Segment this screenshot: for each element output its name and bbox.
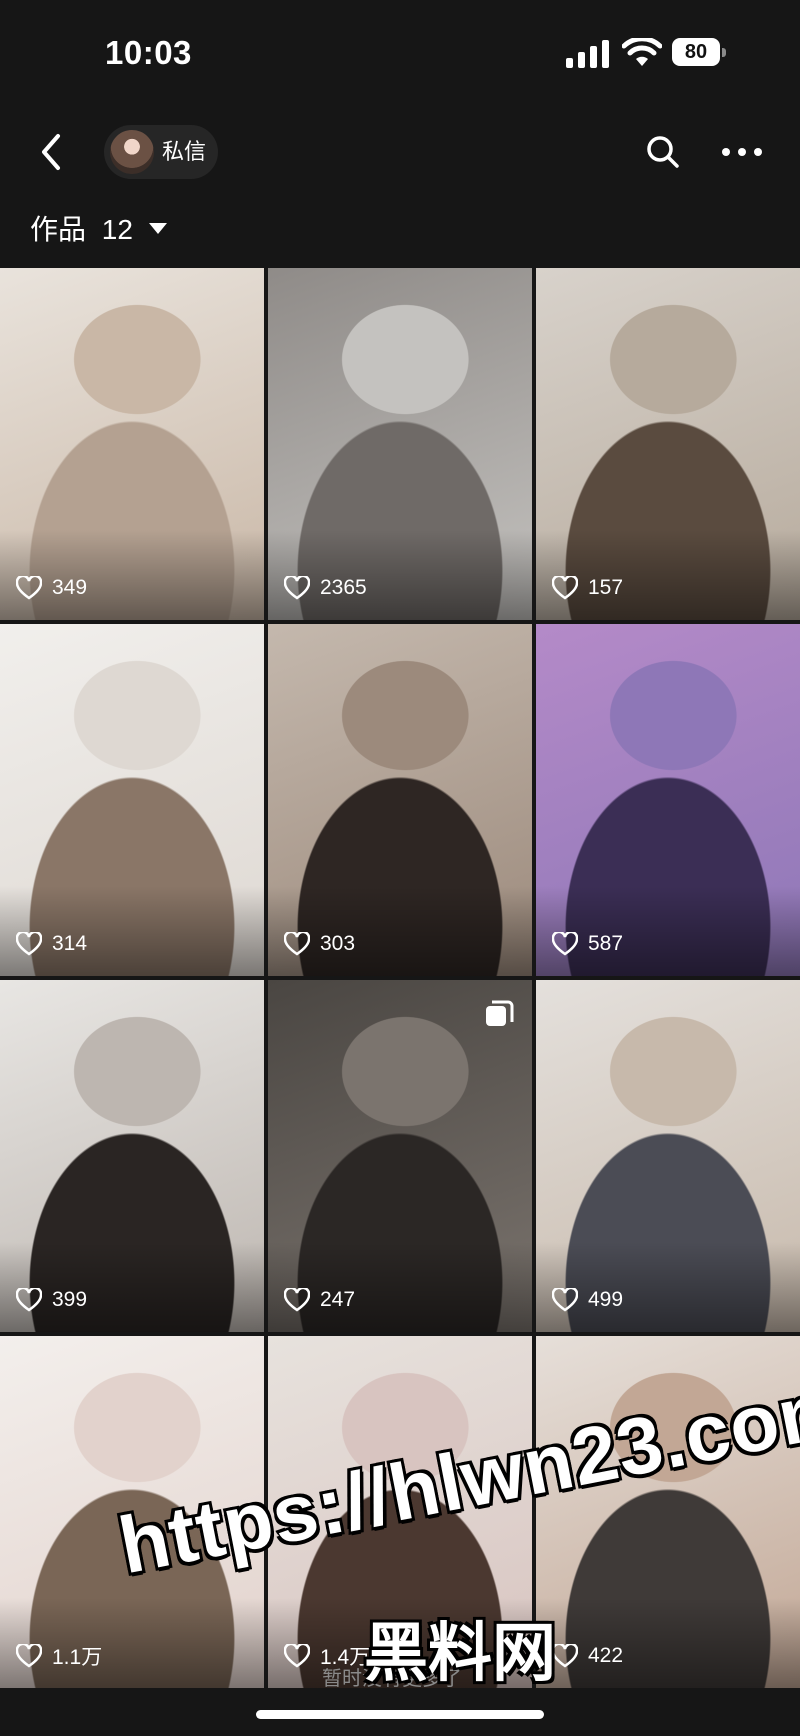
like-count-text: 157 <box>588 576 624 599</box>
like-count: 2365 <box>284 574 367 602</box>
video-tile[interactable]: 2365 <box>268 268 532 620</box>
video-tile[interactable]: 247 <box>268 980 532 1332</box>
like-count: 587 <box>552 930 623 958</box>
search-icon[interactable] <box>644 133 682 171</box>
heart-icon <box>552 1288 578 1312</box>
like-count-text: 2365 <box>320 576 367 599</box>
like-count-text: 422 <box>588 1644 624 1667</box>
works-filter[interactable]: 作品 12 <box>30 210 167 250</box>
heart-icon <box>552 932 578 956</box>
like-count: 1.1万 <box>16 1642 102 1670</box>
video-tile[interactable]: 157 <box>536 268 800 620</box>
watermark-title: 黑料网 <box>364 1617 556 1689</box>
heart-icon <box>16 576 42 600</box>
heart-icon <box>16 1644 42 1668</box>
battery-level: 80 <box>684 41 708 63</box>
heart-icon <box>16 1288 42 1312</box>
like-count-text: 1.1万 <box>52 1646 103 1669</box>
video-tile[interactable]: 399 <box>0 980 264 1332</box>
like-count: 314 <box>16 930 87 958</box>
video-tile[interactable]: 587 <box>536 624 800 976</box>
avatar <box>110 130 154 174</box>
caret-down-icon <box>148 223 167 235</box>
status-time: 10:03 <box>105 34 192 71</box>
heart-icon <box>284 1288 310 1312</box>
heart-icon <box>284 1644 310 1668</box>
video-tile[interactable]: 499 <box>536 980 800 1332</box>
video-tile[interactable]: 349 <box>0 268 264 620</box>
like-count-text: 499 <box>588 1288 624 1311</box>
dm-label: 私信 <box>162 139 207 164</box>
heart-icon <box>16 932 42 956</box>
multi-image-icon <box>486 1000 514 1026</box>
like-count-text: 399 <box>52 1288 88 1311</box>
like-count-text: 247 <box>320 1288 356 1311</box>
works-count: 12 <box>101 214 133 245</box>
heart-icon <box>552 576 578 600</box>
like-count-text: 314 <box>52 932 88 955</box>
video-tile[interactable]: 314 <box>0 624 264 976</box>
like-count: 303 <box>284 930 355 958</box>
like-count: 247 <box>284 1286 355 1314</box>
home-indicator[interactable] <box>256 1710 544 1719</box>
like-count-text: 303 <box>320 932 356 955</box>
heart-icon <box>284 932 310 956</box>
status-bar: 10:03 80 <box>0 0 800 110</box>
like-count-text: 349 <box>52 576 88 599</box>
more-icon[interactable] <box>720 138 764 166</box>
dm-button[interactable]: 私信 <box>104 125 218 179</box>
back-icon[interactable] <box>32 130 72 174</box>
like-count: 157 <box>552 574 623 602</box>
top-nav: 私信 <box>0 110 800 200</box>
like-count: 422 <box>552 1642 623 1670</box>
like-count: 499 <box>552 1286 623 1314</box>
like-count: 349 <box>16 574 87 602</box>
battery-icon: 80 <box>672 38 728 68</box>
like-count: 399 <box>16 1286 87 1314</box>
works-label: 作品 <box>30 214 87 245</box>
cellular-signal-icon <box>566 40 609 68</box>
wifi-icon <box>622 38 662 66</box>
video-tile[interactable]: 303 <box>268 624 532 976</box>
heart-icon <box>284 576 310 600</box>
like-count-text: 587 <box>588 932 624 955</box>
